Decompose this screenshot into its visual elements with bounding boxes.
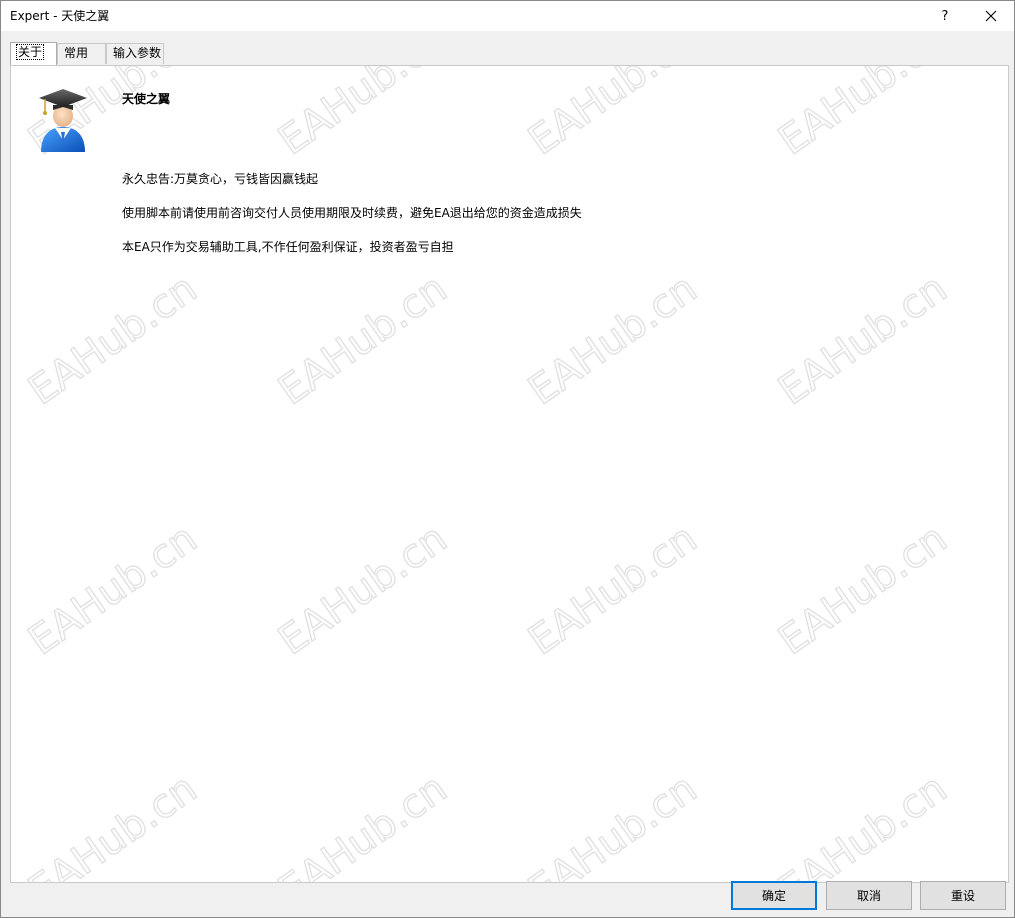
watermark-text-0-2: EAHub.cn bbox=[520, 66, 705, 164]
window-title: Expert - 天使之翼 bbox=[10, 9, 110, 23]
watermark-text-3-1: EAHub.cn bbox=[270, 766, 455, 882]
tab-common[interactable]: 常用 bbox=[57, 43, 106, 64]
close-icon bbox=[985, 10, 997, 22]
tab-inputs[interactable]: 输入参数 bbox=[106, 43, 164, 64]
expert-dialog: Expert - 天使之翼 ? 关于 常用 输入参数 EAHub.cn EAHub… bbox=[0, 0, 1015, 918]
expert-name: 天使之翼 bbox=[122, 92, 171, 106]
watermark-text-2-2: EAHub.cn bbox=[520, 516, 705, 665]
watermark-text-1-3: EAHub.cn bbox=[770, 266, 955, 415]
help-label: ? bbox=[941, 8, 949, 24]
watermark-text-3-3: EAHub.cn bbox=[770, 766, 955, 882]
help-button[interactable]: ? bbox=[922, 1, 968, 31]
about-line-2: 使用脚本前请使用前咨询交付人员使用期限及时续费，避免EA退出给您的资金造成损失 bbox=[122, 206, 582, 220]
watermark-text-0-3: EAHub.cn bbox=[770, 66, 955, 164]
tab-inputs-label: 输入参数 bbox=[113, 46, 162, 60]
watermark-text-1-0: EAHub.cn bbox=[20, 266, 205, 415]
watermark-layer: EAHub.cn EAHub.cn EAHub.cn EAHub.cn EAHub.cn… bbox=[20, 66, 956, 882]
tab-common-label: 常用 bbox=[64, 46, 89, 60]
watermark-text-3-2: EAHub.cn bbox=[520, 766, 705, 882]
tab-about[interactable]: 关于 bbox=[10, 42, 57, 65]
tab-about-label: 关于 bbox=[15, 44, 45, 60]
watermark-text-1-2: EAHub.cn bbox=[520, 266, 705, 415]
watermark-text-1-1: EAHub.cn bbox=[270, 266, 455, 415]
watermark-text-2-1: EAHub.cn bbox=[270, 516, 455, 665]
about-line-1: 永久忠告:万莫贪心，亏钱皆因赢钱起 bbox=[122, 172, 319, 186]
watermark-text-3-0: EAHub.cn bbox=[20, 766, 205, 882]
watermark-text-2-0: EAHub.cn bbox=[20, 516, 205, 665]
title-bar[interactable]: Expert - 天使之翼 ? bbox=[1, 1, 1014, 31]
watermark-text-2-3: EAHub.cn bbox=[770, 516, 955, 665]
reset-button[interactable]: 重设 bbox=[920, 881, 1006, 910]
graduate-user-icon bbox=[39, 89, 87, 152]
about-panel: EAHub.cn EAHub.cn EAHub.cn EAHub.cn EAHub.cn… bbox=[10, 65, 1009, 883]
about-line-3: 本EA只作为交易辅助工具,不作任何盈利保证，投资者盈亏自担 bbox=[122, 240, 454, 254]
close-button[interactable] bbox=[968, 1, 1014, 31]
cancel-button[interactable]: 取消 bbox=[826, 881, 912, 910]
ok-button[interactable]: 确定 bbox=[731, 881, 817, 910]
watermark-text-0-1: EAHub.cn bbox=[270, 66, 455, 164]
